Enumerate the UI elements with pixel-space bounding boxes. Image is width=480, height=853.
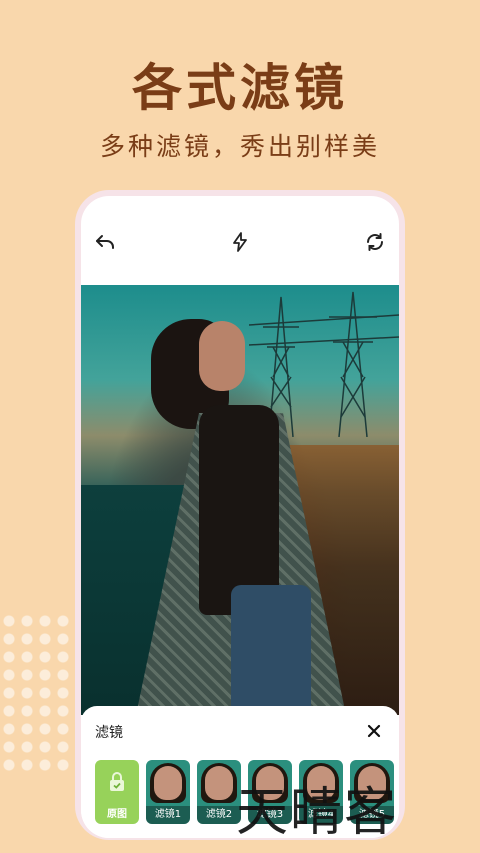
subject-jeans — [231, 585, 311, 715]
photo-preview[interactable] — [81, 285, 399, 715]
filter-item-label: 滤镜1 — [146, 806, 190, 824]
thumb-face — [205, 766, 233, 800]
decorative-dots — [0, 612, 70, 772]
phone-screen: 滤镜 原图 滤镜1 滤镜2 滤镜3 滤镜4 滤镜5 — [81, 196, 399, 838]
refresh-icon[interactable] — [363, 230, 387, 254]
subject-sweater — [199, 405, 279, 615]
lock-icon — [108, 770, 126, 792]
editor-toolbar — [81, 196, 399, 285]
flash-icon[interactable] — [228, 230, 252, 254]
subject-face — [199, 321, 245, 391]
watermark-logo: 天晴客 — [236, 783, 399, 843]
undo-icon[interactable] — [93, 230, 117, 254]
headline: 各式滤镜 — [132, 59, 348, 117]
filter-item-2[interactable]: 滤镜2 — [197, 760, 241, 824]
filter-panel-title: 滤镜 — [95, 725, 123, 741]
subheadline: 多种滤镜，秀出别样美 — [99, 132, 380, 161]
thumb-face — [154, 766, 182, 800]
filter-item-label: 原图 — [107, 809, 127, 820]
filter-item-1[interactable]: 滤镜1 — [146, 760, 190, 824]
close-icon[interactable] — [367, 723, 381, 738]
filter-item-label: 滤镜2 — [197, 806, 241, 824]
filter-item-original[interactable]: 原图 — [95, 760, 139, 824]
